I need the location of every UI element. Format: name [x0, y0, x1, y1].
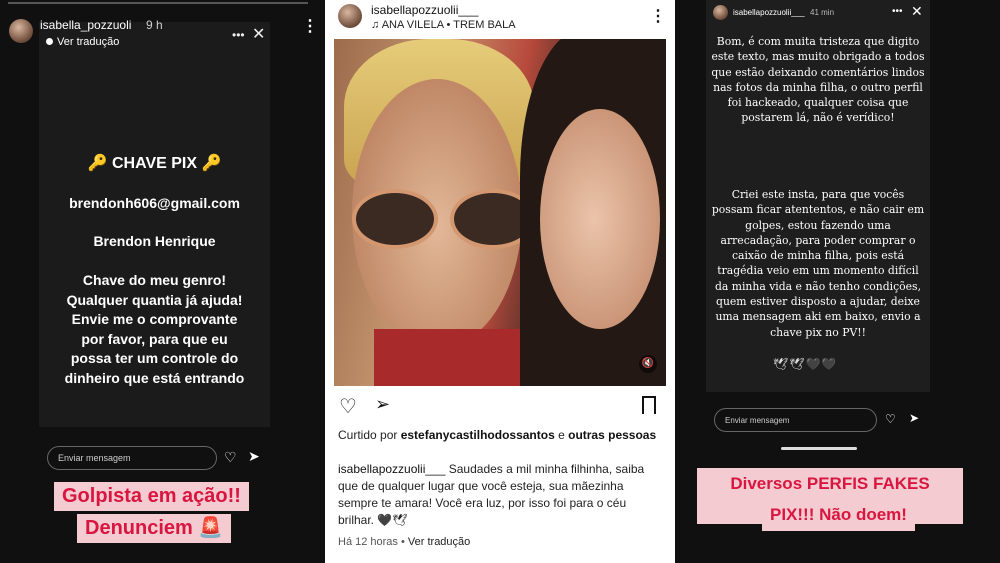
pix-name: Brendon Henrique: [93, 233, 216, 249]
heart-icon[interactable]: ♡: [885, 412, 896, 426]
message-placeholder: Enviar mensagem: [725, 415, 790, 425]
post-music[interactable]: ♫ ANA VILELA • TREM BALA: [371, 19, 516, 31]
likes-mid: e: [554, 428, 569, 442]
music-label: ANA VILELA • TREM BALA: [381, 19, 516, 31]
translate-link[interactable]: Ver tradução: [408, 536, 470, 548]
story-emojis: 🕊🕊🖤🖤: [773, 357, 838, 371]
separator-dot: •: [397, 536, 408, 548]
story-body-line: Envie me o comprovante: [71, 311, 238, 327]
more-options-icon[interactable]: ⋮: [302, 19, 318, 35]
story-body-line: por favor, para que eu: [81, 330, 228, 347]
right-story-panel: isabellapozzuolii___ 41 min ••• ✕ Bom, é…: [675, 0, 1000, 563]
inner-more-icon[interactable]: •••: [232, 28, 245, 42]
warning-label-line1: Golpista em ação!!: [54, 482, 249, 511]
story-body-line: possa ter um controle do: [70, 350, 239, 366]
story-body-line: dinheiro que está entrando: [64, 369, 245, 386]
post-photo[interactable]: 🔇: [334, 39, 666, 386]
message-input[interactable]: Enviar mensagem: [714, 408, 877, 432]
screenshot-collage: isabella_pozzuoli 9 h ⋮ Ver tradução •••…: [0, 0, 1000, 563]
translate-icon: [46, 38, 53, 45]
story-paragraph-1: Bom, é com muita tristeza que digito est…: [711, 35, 925, 125]
bookmark-icon[interactable]: [642, 396, 656, 414]
like-heart-icon[interactable]: ♡: [339, 394, 357, 419]
instagram-post-panel: isabellapozzuolii___ ♫ ANA VILELA • TREM…: [325, 0, 675, 563]
likes-user[interactable]: estefanycastilhodossantos: [401, 428, 555, 442]
close-icon[interactable]: ✕: [252, 24, 265, 44]
photo-shape: [374, 329, 534, 386]
message-placeholder: Enviar mensagem: [58, 453, 131, 463]
photo-shape: [352, 189, 438, 249]
photo-shape: [352, 189, 542, 249]
avatar[interactable]: [713, 5, 728, 20]
home-indicator: [781, 447, 857, 450]
post-caption: isabellapozzuolii___ Saudades a mil minh…: [338, 461, 658, 529]
translate-link[interactable]: Ver tradução: [46, 36, 119, 48]
post-time: Há 12 horas: [338, 536, 398, 548]
pix-email: brendonh606@gmail.com: [69, 195, 240, 211]
music-note-icon: ♫: [371, 19, 382, 31]
post-meta: Há 12 horas • Ver tradução: [338, 536, 470, 548]
close-icon[interactable]: ✕: [911, 3, 923, 20]
story-time: 9 h: [146, 18, 163, 32]
mute-icon[interactable]: 🔇: [639, 355, 657, 373]
warning-label-line2: Denunciem 🚨: [77, 514, 232, 543]
story-username[interactable]: isabellapozzuolii___: [733, 8, 805, 17]
story-body: Chave do meu genro! Qualquer quantia já …: [39, 271, 270, 388]
story-paragraph-2: Criei este insta, para que vocês possam …: [711, 188, 925, 339]
message-input[interactable]: Enviar mensagem: [47, 446, 217, 470]
pix-heading: 🔑 CHAVE PIX 🔑: [87, 155, 222, 172]
likes-line[interactable]: Curtido por estefanycastilhodossantos e …: [338, 428, 668, 443]
translate-label: Ver tradução: [57, 36, 120, 48]
avatar[interactable]: [338, 4, 362, 28]
story-time: 41 min: [810, 8, 835, 17]
warning-label-line2: PIX!!! Não doem!: [762, 499, 915, 531]
caption-username[interactable]: isabellapozzuolii___: [338, 462, 445, 476]
post-username[interactable]: isabellapozzuolii___: [371, 3, 478, 17]
send-icon[interactable]: ➤: [248, 448, 260, 465]
story-body-line: Qualquer quantia já ajuda!: [66, 291, 243, 308]
avatar[interactable]: [9, 19, 33, 43]
more-options-icon[interactable]: •••: [892, 6, 903, 17]
story-username[interactable]: isabella_pozzuoli: [40, 18, 131, 32]
left-story-panel: isabella_pozzuoli 9 h ⋮ Ver tradução •••…: [0, 0, 325, 563]
share-icon[interactable]: ➢: [375, 394, 390, 415]
story-progress-bar: [8, 2, 308, 4]
more-options-icon[interactable]: ⋮: [650, 6, 666, 26]
likes-prefix: Curtido por: [338, 428, 401, 442]
likes-others[interactable]: outras pessoas: [568, 428, 656, 442]
photo-shape: [540, 109, 660, 329]
story-body-line: Chave do meu genro!: [82, 272, 227, 288]
heart-icon[interactable]: ♡: [224, 449, 237, 466]
send-icon[interactable]: ➤: [909, 411, 919, 425]
